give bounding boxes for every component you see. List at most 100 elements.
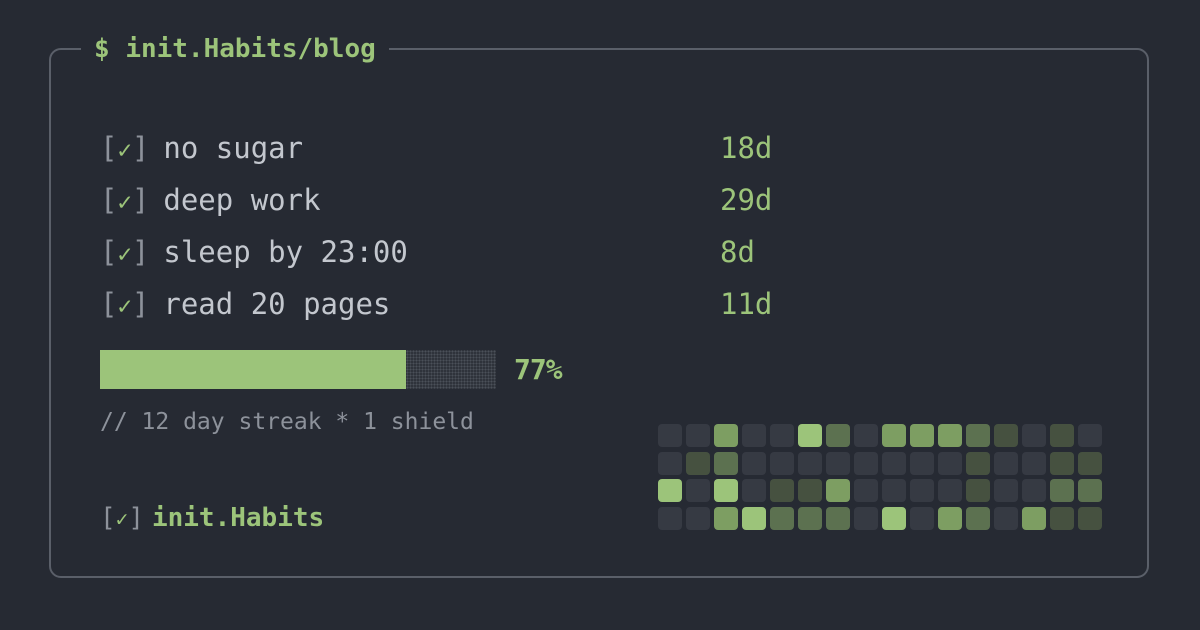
habit-streak: 11d xyxy=(720,287,773,321)
heatmap-cell xyxy=(1078,479,1102,502)
check-icon[interactable]: ✓ xyxy=(117,240,131,268)
heatmap-cell xyxy=(910,507,934,530)
heatmap-cell xyxy=(798,479,822,502)
checkbox-open-bracket: [ xyxy=(100,287,118,321)
habit-row[interactable]: [✓] read 20 pages 11d xyxy=(100,284,800,324)
heatmap-cell xyxy=(966,452,990,475)
heatmap-cell xyxy=(1078,507,1102,530)
heatmap-cell xyxy=(966,479,990,502)
heatmap-cell xyxy=(742,452,766,475)
activity-heatmap xyxy=(658,424,1102,530)
checkbox-close-bracket: ] xyxy=(131,131,150,165)
heatmap-cell xyxy=(742,424,766,447)
heatmap-cell xyxy=(994,424,1018,447)
habit-streak: 8d xyxy=(720,235,755,269)
heatmap-cell xyxy=(1050,452,1074,475)
heatmap-cell xyxy=(938,424,962,447)
heatmap-cell xyxy=(966,424,990,447)
prompt-symbol: $ xyxy=(94,34,110,64)
heatmap-cell xyxy=(686,452,710,475)
heatmap-cell xyxy=(994,452,1018,475)
check-icon[interactable]: ✓ xyxy=(117,292,131,320)
streak-summary: // 12 day streak * 1 shield xyxy=(100,409,474,435)
heatmap-cell xyxy=(826,479,850,502)
panel-title: $ init.Habits/blog xyxy=(81,33,389,65)
heatmap-cell xyxy=(770,452,794,475)
heatmap-cell xyxy=(938,507,962,530)
habit-name: read 20 pages xyxy=(163,287,391,321)
heatmap-cell xyxy=(910,424,934,447)
heatmap-cell xyxy=(1022,479,1046,502)
heatmap-cell xyxy=(854,479,878,502)
habit-name: sleep by 23:00 xyxy=(163,235,408,269)
heatmap-cell xyxy=(1050,479,1074,502)
heatmap-cell xyxy=(1078,452,1102,475)
heatmap-cell xyxy=(826,507,850,530)
checkbox-close-bracket: ] xyxy=(131,287,150,321)
progress-bar-fill xyxy=(100,350,406,389)
habit-row[interactable]: [✓] sleep by 23:00 8d xyxy=(100,232,800,272)
habit-name: no sugar xyxy=(163,131,304,165)
checkbox-open-bracket: [ xyxy=(100,503,116,533)
heatmap-cell xyxy=(1022,452,1046,475)
heatmap-cell xyxy=(798,424,822,447)
habit-streak: 29d xyxy=(720,183,773,217)
checkbox-open-bracket: [ xyxy=(100,235,118,269)
check-icon[interactable]: ✓ xyxy=(117,188,131,216)
heatmap-cell xyxy=(910,452,934,475)
progress-percent: 77% xyxy=(514,353,563,386)
progress-bar xyxy=(100,350,496,389)
heatmap-cell xyxy=(770,479,794,502)
heatmap-cell xyxy=(882,424,906,447)
heatmap-cell xyxy=(658,507,682,530)
checkbox-close-bracket: ] xyxy=(131,235,150,269)
heatmap-cell xyxy=(658,424,682,447)
heatmap-cell xyxy=(742,507,766,530)
heatmap-cell xyxy=(1050,424,1074,447)
checkbox-open-bracket: [ xyxy=(100,183,118,217)
heatmap-cell xyxy=(1022,507,1046,530)
heatmap-cell xyxy=(658,479,682,502)
heatmap-cell xyxy=(770,507,794,530)
heatmap-cell xyxy=(1078,424,1102,447)
heatmap-cell xyxy=(826,424,850,447)
heatmap-cell xyxy=(686,479,710,502)
heatmap-cell xyxy=(826,452,850,475)
habit-row[interactable]: [✓] deep work 29d xyxy=(100,180,800,220)
habit-name: deep work xyxy=(163,183,321,217)
check-icon: ✓ xyxy=(115,507,129,531)
heatmap-cell xyxy=(854,452,878,475)
checkbox-close-bracket: ] xyxy=(128,503,144,533)
heatmap-cell xyxy=(938,479,962,502)
heatmap-cell xyxy=(882,452,906,475)
heatmap-cell xyxy=(714,452,738,475)
heatmap-cell xyxy=(994,507,1018,530)
heatmap-cell xyxy=(1050,507,1074,530)
heatmap-cell xyxy=(882,479,906,502)
heatmap-cell xyxy=(798,507,822,530)
checkbox-open-bracket: [ xyxy=(100,131,118,165)
footer-brand: [✓] init.Habits xyxy=(100,500,324,537)
heatmap-cell xyxy=(882,507,906,530)
heatmap-cell xyxy=(686,424,710,447)
panel-title-text: init.Habits/blog xyxy=(125,34,376,64)
heatmap-cell xyxy=(714,424,738,447)
check-icon[interactable]: ✓ xyxy=(117,136,131,164)
checkbox-close-bracket: ] xyxy=(131,183,150,217)
heatmap-cell xyxy=(938,452,962,475)
habit-streak: 18d xyxy=(720,131,773,165)
heatmap-cell xyxy=(1022,424,1046,447)
heatmap-cell xyxy=(742,479,766,502)
heatmap-cell xyxy=(770,424,794,447)
heatmap-cell xyxy=(686,507,710,530)
heatmap-cell xyxy=(966,507,990,530)
heatmap-cell xyxy=(714,479,738,502)
heatmap-cell xyxy=(798,452,822,475)
heatmap-cell xyxy=(658,452,682,475)
habit-row[interactable]: [✓] no sugar 18d xyxy=(100,128,800,168)
heatmap-cell xyxy=(714,507,738,530)
heatmap-cell xyxy=(994,479,1018,502)
footer-brand-name: init.Habits xyxy=(151,503,325,533)
heatmap-cell xyxy=(910,479,934,502)
heatmap-cell xyxy=(854,507,878,530)
